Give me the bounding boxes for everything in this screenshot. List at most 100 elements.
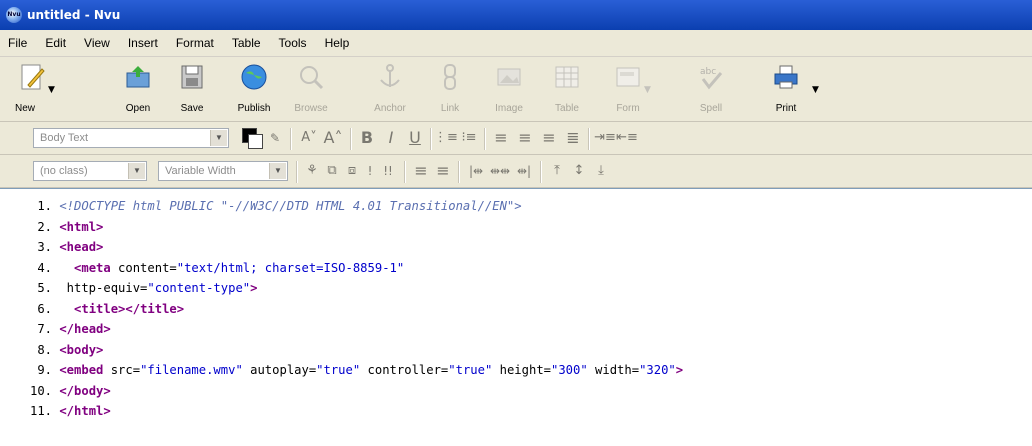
- browse-button[interactable]: Browse: [283, 61, 339, 119]
- code-text[interactable]: <embed src="filename.wmv" autoplay="true…: [52, 363, 683, 377]
- align-justify-icon[interactable]: ≣: [562, 128, 584, 148]
- menu-format[interactable]: Format: [174, 34, 216, 52]
- important-icon[interactable]: !: [362, 161, 378, 181]
- new-icon: [18, 63, 46, 91]
- paragraph-format-select[interactable]: Body Text ▼: [33, 128, 229, 148]
- print-button[interactable]: ▼ Print: [758, 61, 819, 119]
- menu-tools[interactable]: Tools: [277, 34, 309, 52]
- menu-view[interactable]: View: [82, 34, 112, 52]
- class-value: (no class): [40, 165, 88, 177]
- line-number: 4.: [37, 260, 52, 275]
- valign-top-icon[interactable]: ⤒: [546, 161, 568, 181]
- form-dropdown-icon[interactable]: ▼: [644, 85, 651, 95]
- bulleted-list-icon[interactable]: ⁝≡: [458, 128, 480, 148]
- code-line[interactable]: 5. http-equiv="content-type">: [0, 279, 257, 297]
- menu-edit[interactable]: Edit: [43, 34, 68, 52]
- margin-right-icon[interactable]: ⇹|: [512, 161, 536, 181]
- code-line[interactable]: 3. <head>: [0, 238, 103, 256]
- code-text[interactable]: </head>: [52, 322, 110, 336]
- bold-icon[interactable]: B: [356, 128, 378, 148]
- font-select[interactable]: Variable Width ▼: [158, 161, 288, 181]
- link-button[interactable]: Link: [422, 61, 478, 119]
- italic-icon[interactable]: I: [380, 128, 402, 148]
- code-line[interactable]: 1. <!DOCTYPE html PUBLIC "-//W3C//DTD HT…: [0, 197, 521, 215]
- paste-styles-icon[interactable]: ⧈: [342, 161, 362, 181]
- menu-help[interactable]: Help: [323, 34, 352, 52]
- underline-icon[interactable]: U: [404, 128, 426, 148]
- publish-button[interactable]: Publish: [226, 61, 282, 119]
- html-source-editor[interactable]: 1. <!DOCTYPE html PUBLIC "-//W3C//DTD HT…: [0, 188, 1032, 446]
- remove-styles-icon[interactable]: ⚘: [302, 161, 322, 181]
- increase-font-size-icon[interactable]: A˄: [322, 128, 344, 148]
- code-line[interactable]: 7. </head>: [0, 320, 110, 338]
- new-button[interactable]: ▼ New: [4, 61, 60, 119]
- anchor-button[interactable]: Anchor: [362, 61, 418, 119]
- code-text[interactable]: <head>: [52, 240, 103, 254]
- valign-bottom-icon[interactable]: ⤓: [590, 161, 612, 181]
- menu-insert[interactable]: Insert: [126, 34, 160, 52]
- code-line[interactable]: 6. <title></title>: [0, 300, 184, 318]
- code-text[interactable]: <html>: [52, 220, 103, 234]
- code-line[interactable]: 9. <embed src="filename.wmv" autoplay="t…: [0, 361, 683, 379]
- code-line[interactable]: 4. <meta content="text/html; charset=ISO…: [0, 259, 404, 277]
- class-select[interactable]: (no class) ▼: [33, 161, 147, 181]
- valign-middle-icon[interactable]: ↕: [568, 161, 590, 181]
- code-text[interactable]: http-equiv="content-type">: [52, 281, 258, 295]
- line-number: 5.: [37, 281, 52, 295]
- code-text[interactable]: <title></title>: [52, 302, 184, 316]
- menu-table[interactable]: Table: [230, 34, 263, 52]
- line-number: 7.: [37, 322, 52, 336]
- publish-globe-icon: [240, 63, 268, 91]
- code-line[interactable]: 8. <body>: [0, 341, 103, 359]
- code-text[interactable]: <!DOCTYPE html PUBLIC "-//W3C//DTD HTML …: [52, 199, 521, 213]
- copy-styles-icon[interactable]: ⧉: [322, 161, 342, 181]
- separator: [430, 128, 432, 150]
- chevron-down-icon: ▼: [269, 163, 286, 179]
- chevron-down-icon: ▼: [210, 130, 227, 146]
- window-title: untitled - Nvu: [27, 8, 121, 22]
- align-center-icon[interactable]: ≡: [514, 128, 536, 148]
- code-line[interactable]: 11. </html>: [0, 402, 111, 420]
- highlight-pen-icon[interactable]: ✎: [266, 128, 284, 148]
- align-right-icon[interactable]: ≡: [538, 128, 560, 148]
- separator: [458, 161, 460, 183]
- code-text[interactable]: </html>: [52, 404, 110, 418]
- table-button[interactable]: Table: [539, 61, 595, 119]
- separator: [588, 128, 590, 150]
- link-chain-icon: [436, 63, 464, 91]
- spell-button[interactable]: abc Spell: [683, 61, 739, 119]
- align-top-icon[interactable]: ≡: [410, 161, 432, 181]
- table-icon: [553, 63, 581, 91]
- new-dropdown-icon[interactable]: ▼: [48, 85, 55, 95]
- line-number: 6.: [37, 301, 52, 316]
- open-button[interactable]: Open: [110, 61, 166, 119]
- menu-file[interactable]: File: [6, 34, 29, 52]
- code-text[interactable]: <body>: [52, 343, 103, 357]
- print-icon: [772, 63, 800, 91]
- line-number: 11.: [29, 404, 52, 418]
- line-number: 8.: [37, 342, 52, 357]
- double-important-icon[interactable]: !!: [378, 161, 398, 181]
- align-left-icon[interactable]: ≡: [490, 128, 512, 148]
- save-button[interactable]: Save: [164, 61, 220, 119]
- code-text[interactable]: <meta content="text/html; charset=ISO-88…: [52, 261, 404, 275]
- image-button[interactable]: Image: [481, 61, 537, 119]
- margin-center-icon[interactable]: ⇹⇹: [488, 161, 512, 181]
- decrease-font-size-icon[interactable]: A˅: [298, 128, 320, 148]
- separator: [290, 128, 292, 150]
- indent-icon[interactable]: ⇥≡: [594, 128, 616, 148]
- line-number: 10.: [29, 383, 52, 398]
- print-dropdown-icon[interactable]: ▼: [812, 85, 819, 95]
- line-number: 1.: [37, 199, 52, 213]
- form-button[interactable]: ▼ Form: [600, 61, 656, 119]
- margin-left-icon[interactable]: |⇹: [464, 161, 488, 181]
- code-text[interactable]: </body>: [52, 384, 110, 398]
- code-line[interactable]: 2. <html>: [0, 218, 103, 236]
- text-color-picker[interactable]: [242, 128, 263, 149]
- image-icon: [495, 63, 523, 91]
- numbered-list-icon[interactable]: ⋮≡: [434, 128, 458, 148]
- chevron-down-icon: ▼: [128, 163, 145, 179]
- outdent-icon[interactable]: ⇤≡: [616, 128, 638, 148]
- align-middle-icon[interactable]: ≡: [432, 161, 454, 181]
- code-line[interactable]: 10. </body>: [0, 382, 111, 400]
